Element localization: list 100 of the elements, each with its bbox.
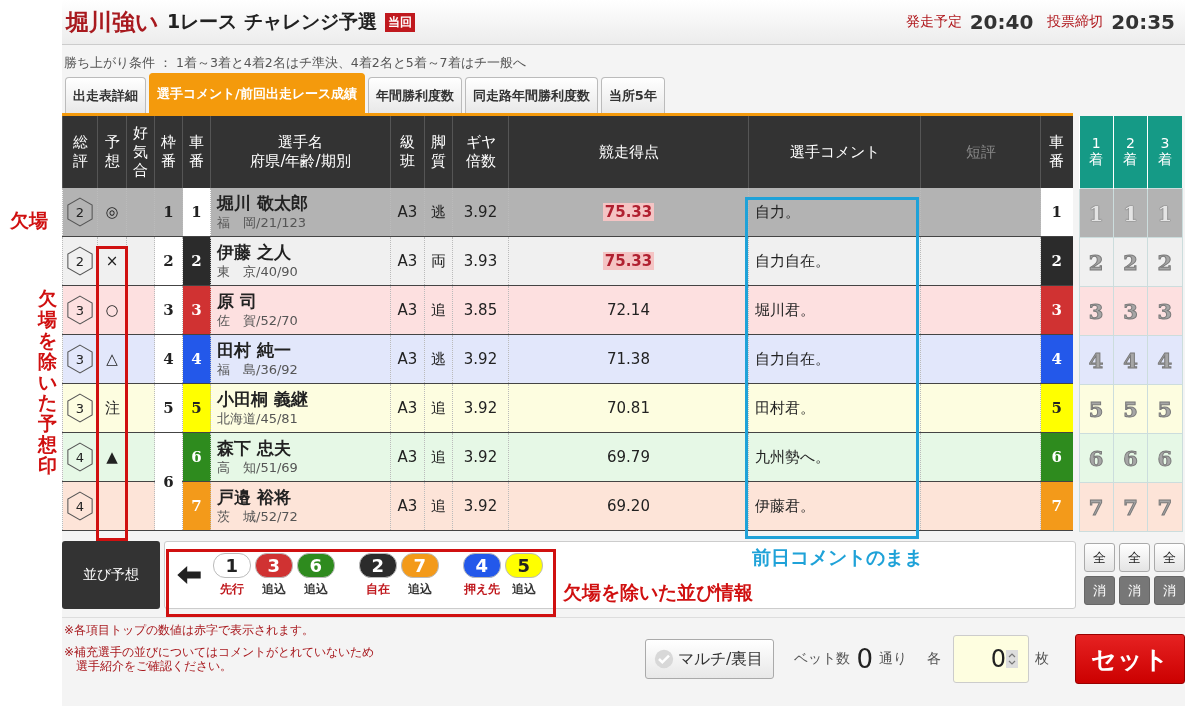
- car-number: 1: [182, 188, 211, 237]
- start-time: 20:40: [969, 10, 1034, 34]
- quantity-field[interactable]: 0: [953, 635, 1029, 683]
- class-cell: A3: [390, 285, 425, 335]
- score-cell-text: 71.38: [606, 350, 651, 368]
- pick-button[interactable]: 5: [1113, 385, 1148, 433]
- prediction-mark: ×: [105, 252, 119, 270]
- rating-badge: 2: [67, 246, 93, 276]
- column-header: 2着: [1113, 114, 1148, 189]
- car-number: 2: [1040, 236, 1073, 286]
- rider-name: 伊藤 之人: [217, 241, 292, 263]
- comment-cell: 自力自在。: [748, 334, 921, 384]
- clear-button[interactable]: 消: [1084, 576, 1115, 605]
- car-number: 2: [182, 236, 211, 286]
- rider-name: 戸邉 裕将: [217, 486, 292, 508]
- pick-button[interactable]: 6: [1148, 434, 1182, 482]
- pick-button[interactable]: 6: [1079, 434, 1113, 482]
- pick-button[interactable]: 4: [1079, 336, 1113, 384]
- column-header: 車番: [1040, 114, 1073, 188]
- frame-number: 1: [154, 188, 183, 237]
- clear-button[interactable]: 消: [1154, 576, 1185, 605]
- pick-button[interactable]: 7: [1148, 483, 1182, 531]
- car-number: 6: [296, 552, 335, 578]
- clear-button[interactable]: 消: [1119, 576, 1150, 605]
- rating-badge: 2: [67, 197, 93, 227]
- rider-info: 高 知/51/69: [217, 459, 299, 477]
- riding-style: 追込: [511, 580, 536, 598]
- rating-badge: 3: [67, 295, 93, 325]
- check-icon: [654, 649, 675, 669]
- start-label: 発走予定: [905, 13, 962, 31]
- close-time: 20:35: [1111, 10, 1175, 34]
- column-header: ギヤ倍数: [452, 114, 509, 188]
- style-cell: 両: [424, 236, 453, 286]
- tab[interactable]: 年間勝利度数: [367, 77, 462, 113]
- car-number: 7: [400, 552, 439, 578]
- score-cell: 75.33: [602, 252, 655, 270]
- prediction-mark: ○: [105, 301, 119, 319]
- annotation-text: 欠場を除いた予想印: [38, 288, 57, 476]
- pick-button[interactable]: 3: [1148, 287, 1182, 335]
- quantity-input[interactable]: 0: [954, 645, 1006, 673]
- class-cell: A3: [390, 334, 425, 384]
- car-number: 5: [1040, 383, 1073, 433]
- rider-info: 北海道/45/81: [217, 410, 299, 428]
- pick-button[interactable]: 7: [1113, 483, 1148, 531]
- gear-cell: 3.93: [452, 236, 509, 286]
- column-header: 枠番: [154, 114, 183, 188]
- riding-style: 押え先: [463, 580, 500, 598]
- pick-button[interactable]: 2: [1113, 238, 1148, 286]
- gear-cell: 3.92: [452, 432, 509, 482]
- column-header: 総評: [62, 114, 98, 188]
- column-header: 選手名 府県/年齢/期別: [210, 114, 391, 188]
- pick-button[interactable]: 2: [1148, 238, 1182, 286]
- style-cell: 追: [424, 432, 453, 482]
- column-header: 車番: [182, 114, 211, 188]
- multi-button[interactable]: マルチ/裏目: [645, 639, 775, 679]
- score-cell-text: 70.81: [606, 399, 651, 417]
- class-cell: A3: [390, 383, 425, 433]
- gear-cell: 3.92: [452, 481, 509, 531]
- frame-number: 2: [154, 236, 183, 286]
- pick-button[interactable]: 6: [1113, 434, 1148, 482]
- comment-cell: 伊藤君。: [748, 481, 921, 531]
- pick-button[interactable]: 4: [1113, 336, 1148, 384]
- tab[interactable]: 当所5年: [600, 77, 665, 113]
- select-all-button[interactable]: 全: [1084, 543, 1115, 572]
- car-number: 7: [182, 481, 211, 531]
- riding-style: 追込: [407, 580, 432, 598]
- pick-button[interactable]: 5: [1079, 385, 1113, 433]
- pick-button[interactable]: 3: [1113, 287, 1148, 335]
- car-number: 6: [1040, 432, 1073, 482]
- prediction-mark: ◎: [105, 203, 119, 221]
- close-label: 投票締切: [1047, 13, 1104, 31]
- select-all-button[interactable]: 全: [1119, 543, 1150, 572]
- tab[interactable]: 出走表詳細: [65, 77, 146, 113]
- pick-button[interactable]: 7: [1079, 483, 1113, 531]
- car-number: 3: [1040, 285, 1073, 335]
- column-header: 脚質: [424, 114, 453, 188]
- car-number: 4: [462, 552, 501, 578]
- bet-unit: 通り: [879, 650, 907, 668]
- select-all-button[interactable]: 全: [1154, 543, 1185, 572]
- frame-number: 5: [154, 383, 183, 433]
- tab[interactable]: 選手コメント/前回出走レース成績: [149, 73, 365, 113]
- car-number: 6: [182, 432, 211, 482]
- pick-button[interactable]: 5: [1148, 385, 1182, 433]
- tab[interactable]: 同走路年間勝利度数: [464, 77, 598, 113]
- pick-button[interactable]: 2: [1079, 238, 1113, 286]
- comment-cell: 田村君。: [748, 383, 921, 433]
- riding-style: 先行: [219, 580, 244, 598]
- current-badge: 当回: [384, 12, 415, 32]
- comment-cell: 自力自在。: [748, 236, 921, 286]
- set-button[interactable]: セット: [1075, 634, 1185, 684]
- pick-button[interactable]: 3: [1079, 287, 1113, 335]
- pick-button[interactable]: 4: [1148, 336, 1182, 384]
- column-header: 好気合: [126, 114, 155, 188]
- advance-condition: 勝ち上がり条件 ： 1着～3着と4着2名はチ準決、4着2名と5着～7着はチ一般へ: [63, 54, 527, 72]
- spinner-icon[interactable]: [1006, 650, 1018, 668]
- race-title: 1レース チャレンジ予選: [167, 9, 377, 34]
- comment-cell: 九州勢へ。: [748, 432, 921, 482]
- score-cell-text: 69.20: [606, 497, 651, 515]
- comment-cell: 堀川君。: [748, 285, 921, 335]
- rider-name: 堀川 敬太郎: [217, 192, 309, 214]
